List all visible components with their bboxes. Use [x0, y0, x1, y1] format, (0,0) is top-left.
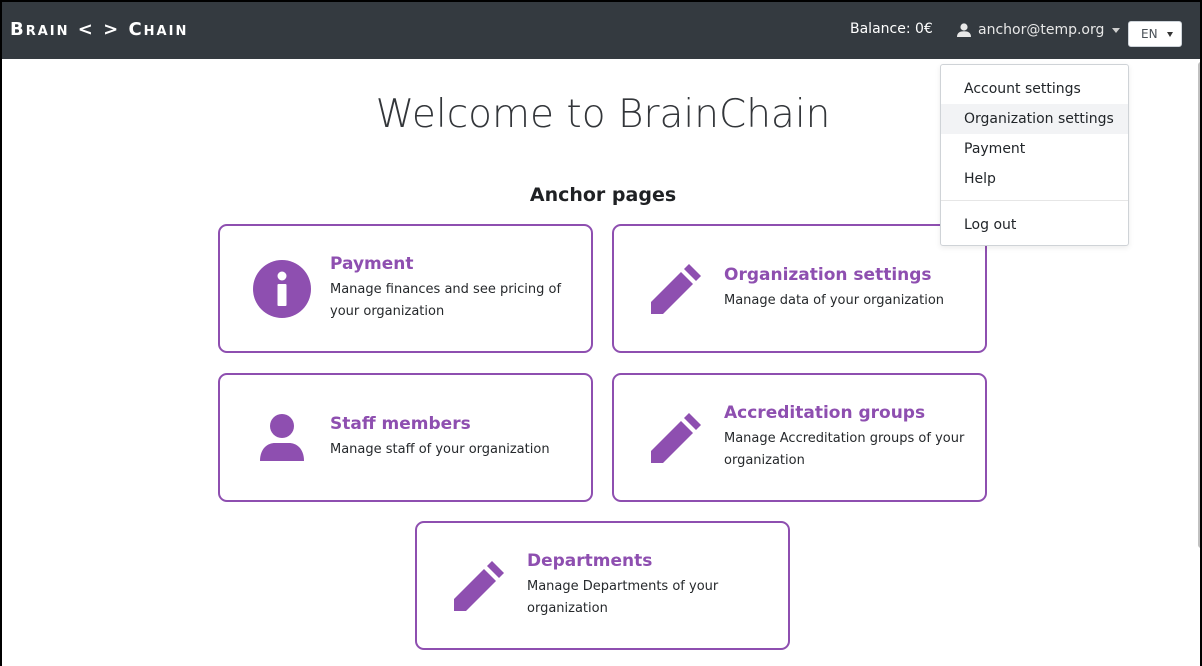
card-organization-settings[interactable]: Organization settings Manage data of you…	[612, 224, 987, 353]
brand-logo[interactable]: Brain < > Chain	[10, 19, 188, 40]
card-description: Manage Accreditation groups of your orga…	[724, 431, 965, 468]
card-description: Manage Departments of your organization	[527, 579, 719, 616]
menu-item-organization-settings[interactable]: Organization settings	[941, 104, 1128, 134]
app-window: Brain < > Chain Balance: 0€ anchor@temp.…	[0, 0, 1202, 666]
card-departments[interactable]: Departments Manage Departments of your o…	[415, 521, 790, 650]
language-value: EN	[1141, 27, 1158, 41]
menu-item-log-out[interactable]: Log out	[941, 210, 1128, 240]
user-menu-toggle[interactable]: anchor@temp.org	[956, 19, 1121, 41]
menu-item-account-settings[interactable]: Account settings	[941, 74, 1128, 104]
card-text: Payment Manage finances and see pricing …	[330, 226, 580, 351]
caret-down-icon	[1112, 27, 1121, 33]
card-payment[interactable]: Payment Manage finances and see pricing …	[218, 224, 593, 353]
user-email: anchor@temp.org	[978, 22, 1105, 38]
caret-down-icon	[1167, 32, 1173, 37]
card-title: Accreditation groups	[724, 403, 926, 423]
balance-indicator: Balance: 0€	[850, 21, 933, 37]
pencil-icon	[447, 523, 511, 648]
pencil-icon	[644, 375, 708, 500]
user-dropdown-menu: Account settings Organization settings P…	[940, 64, 1129, 246]
card-title: Departments	[527, 551, 653, 571]
card-text: Departments Manage Departments of your o…	[527, 523, 777, 648]
pencil-icon	[644, 226, 708, 351]
card-text: Staff members Manage staff of your organ…	[330, 375, 580, 500]
card-staff-members[interactable]: Staff members Manage staff of your organ…	[218, 373, 593, 502]
card-description: Manage finances and see pricing of your …	[330, 282, 562, 319]
menu-item-help[interactable]: Help	[941, 164, 1128, 194]
card-accreditation-groups[interactable]: Accreditation groups Manage Accreditatio…	[612, 373, 987, 502]
menu-divider	[941, 200, 1128, 201]
card-title: Payment	[330, 254, 414, 274]
menu-item-payment[interactable]: Payment	[941, 134, 1128, 164]
card-text: Organization settings Manage data of you…	[724, 226, 974, 351]
card-title: Staff members	[330, 414, 471, 434]
page-scrollbar[interactable]	[1198, 62, 1200, 548]
card-description: Manage staff of your organization	[330, 442, 550, 457]
user-icon	[957, 23, 971, 37]
user-icon	[250, 375, 314, 500]
top-navbar: Brain < > Chain Balance: 0€ anchor@temp.…	[2, 2, 1200, 59]
card-text: Accreditation groups Manage Accreditatio…	[724, 375, 974, 500]
info-circle-icon	[250, 226, 314, 351]
card-description: Manage data of your organization	[724, 293, 945, 308]
language-select[interactable]: EN	[1128, 21, 1182, 47]
card-title: Organization settings	[724, 265, 932, 285]
